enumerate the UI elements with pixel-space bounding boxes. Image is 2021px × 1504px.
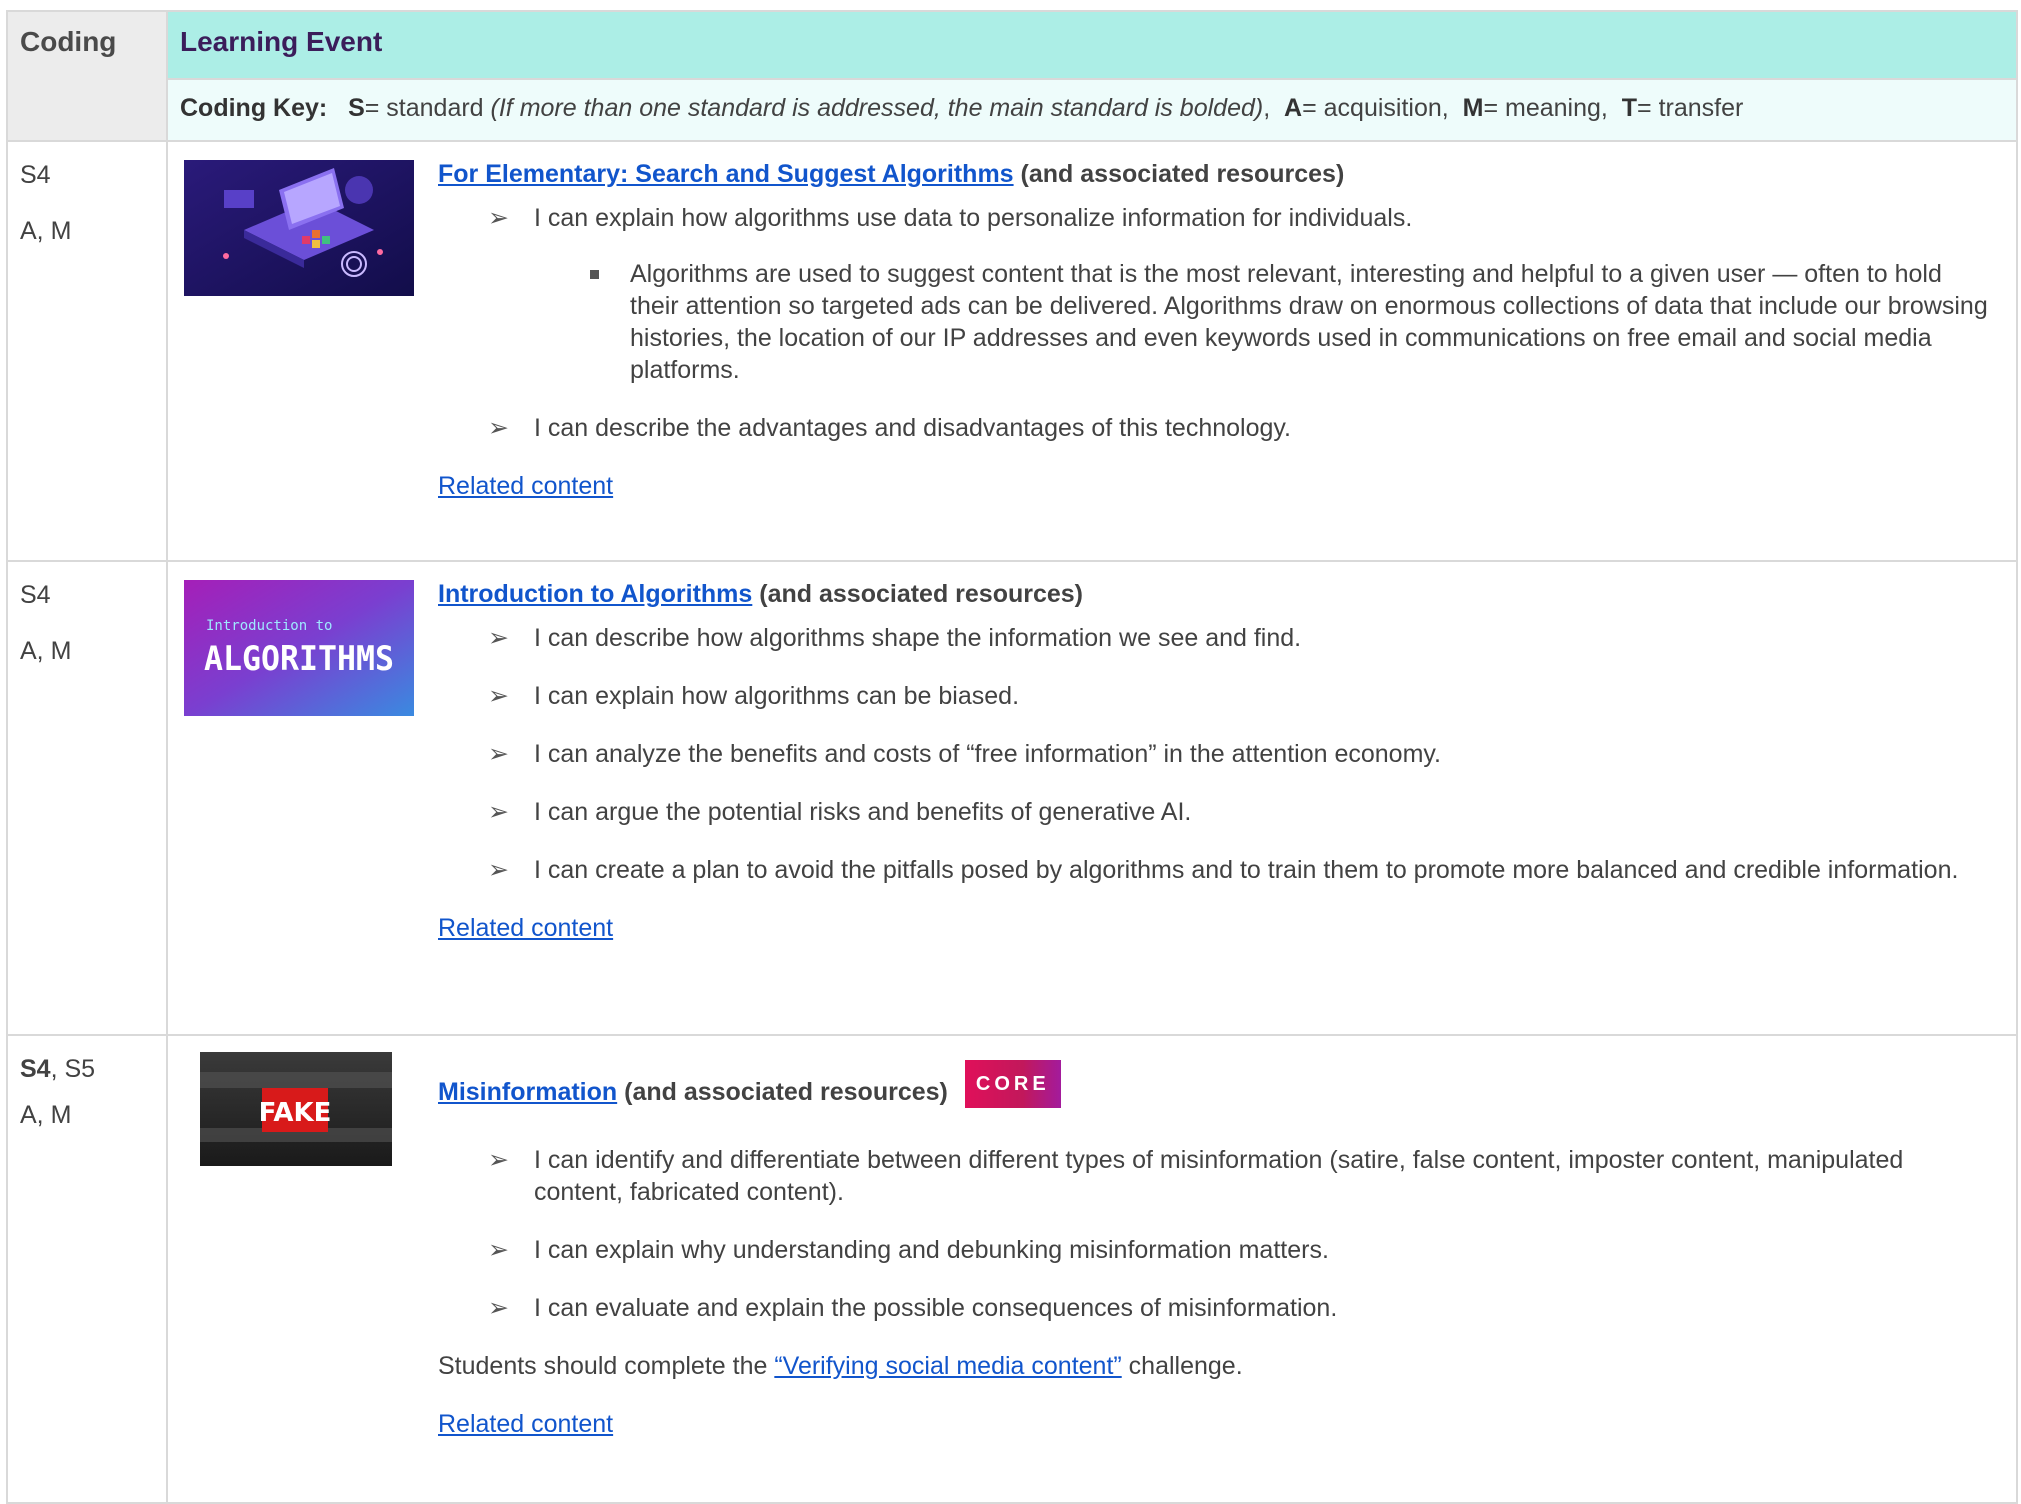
- main-standard-code: S4: [20, 1055, 51, 1083]
- coding-key-label: Coding Key:: [180, 94, 328, 122]
- table-row: S4 A, M For Elementary: Search and Sugge…: [6, 140, 2018, 562]
- key-t-text: = transfer: [1637, 94, 1744, 122]
- table-row: S4, S5 A, M FAKE Misinformation (and ass…: [6, 1034, 2018, 1504]
- core-badge: CORE: [964, 1060, 1061, 1108]
- learning-target-text: I can explain why understanding and debu…: [534, 1236, 1329, 1264]
- table-row: S4 A, M Introduction to ALGORITHMS Intro…: [6, 560, 2018, 1036]
- sub-bullet-text: Algorithms are used to suggest content t…: [630, 260, 1988, 384]
- standards-code: , S5: [50, 1055, 96, 1083]
- levels-code: A, M: [20, 637, 72, 665]
- coding-cell: S4 A, M: [6, 560, 168, 1036]
- list-item: ➢ I can analyze the benefits and costs of…: [488, 738, 1996, 770]
- key-t: T: [1621, 94, 1638, 122]
- list-item: ➢ I can explain why understanding and deb…: [488, 1234, 1996, 1266]
- event-content: Introduction to Algorithms (and associat…: [438, 578, 1996, 944]
- event-title-link[interactable]: Misinformation: [438, 1078, 617, 1106]
- list-item: ➢ I can create a plan to avoid the pitfal…: [488, 854, 1996, 886]
- levels-code: A, M: [20, 217, 72, 245]
- related-content-link[interactable]: Related content: [438, 914, 613, 942]
- learning-targets-list: ➢ I can identify and differentiate betwee…: [438, 1144, 1996, 1324]
- standards-code: S4: [20, 161, 51, 189]
- event-title: Misinformation (and associated resources…: [438, 1060, 1996, 1122]
- algorithms-laptop-thumbnail[interactable]: [184, 160, 414, 301]
- learning-target-text: I can create a plan to avoid the pitfall…: [534, 856, 1959, 884]
- thumbnail-big-text: ALGORITHMS: [204, 639, 394, 679]
- list-item: ➢ I can describe the advantages and disa…: [488, 412, 1996, 444]
- event-title-link[interactable]: Introduction to Algorithms: [438, 580, 752, 608]
- event-title: Introduction to Algorithms (and associat…: [438, 578, 1996, 610]
- learning-target-text: I can explain how algorithms use data to…: [534, 204, 1413, 232]
- title-suffix: (and associated resources): [1020, 160, 1345, 188]
- sub-list: Algorithms are used to suggest content t…: [534, 258, 1996, 386]
- list-item: ➢ I can explain how algorithms use data …: [488, 202, 1996, 386]
- learning-events-table: Coding Learning Event Coding Key: S= sta…: [6, 10, 2018, 1504]
- arrow-bullet-icon: ➢: [488, 1236, 509, 1264]
- key-a-text: = acquisition,: [1302, 94, 1449, 122]
- event-cell: FAKE Misinformation (and associated reso…: [166, 1034, 2018, 1504]
- arrow-bullet-icon: ➢: [488, 1146, 509, 1174]
- thumbnail-text: FAKE: [259, 1098, 332, 1128]
- introduction-to-algorithms-thumbnail[interactable]: Introduction to ALGORITHMS: [184, 580, 414, 721]
- verifying-social-media-link[interactable]: “Verifying social media content”: [774, 1352, 1121, 1380]
- page: Coding Learning Event Coding Key: S= sta…: [0, 0, 2021, 1504]
- learning-target-text: I can analyze the benefits and costs of …: [534, 740, 1441, 768]
- arrow-bullet-icon: ➢: [488, 740, 509, 768]
- arrow-bullet-icon: ➢: [488, 798, 509, 826]
- key-s: S: [348, 94, 365, 122]
- learning-target-text: I can describe the advantages and disadv…: [534, 414, 1291, 442]
- title-suffix: (and associated resources): [759, 580, 1084, 608]
- learning-target-text: I can explain how algorithms can be bias…: [534, 682, 1020, 710]
- sub-list-item: Algorithms are used to suggest content t…: [584, 258, 1996, 386]
- arrow-bullet-icon: ➢: [488, 1294, 509, 1322]
- key-s-note: (If more than one standard is addressed,…: [490, 94, 1264, 122]
- learning-targets-list: ➢ I can describe how algorithms shape the…: [438, 622, 1996, 886]
- event-content: For Elementary: Search and Suggest Algor…: [438, 158, 1996, 502]
- list-item: ➢ I can argue the potential risks and ben…: [488, 796, 1996, 828]
- note-text: challenge.: [1121, 1352, 1243, 1380]
- coding-column-header: Coding: [6, 10, 168, 142]
- key-s-text: = standard: [364, 94, 491, 122]
- list-item: ➢ I can identify and differentiate betwee…: [488, 1144, 1996, 1208]
- key-a: A: [1284, 94, 1303, 122]
- coding-key: Coding Key: S= standard (If more than on…: [166, 78, 2018, 142]
- levels-code: A, M: [20, 1101, 72, 1129]
- thumbnail-small-text: Introduction to: [206, 618, 332, 634]
- arrow-bullet-icon: ➢: [488, 682, 509, 710]
- arrow-bullet-icon: ➢: [488, 624, 509, 652]
- learning-targets-list: ➢ I can explain how algorithms use data …: [438, 202, 1996, 444]
- event-cell: Introduction to ALGORITHMS Introduction …: [166, 560, 2018, 1036]
- key-m-text: = meaning,: [1483, 94, 1608, 122]
- learning-event-column-header: Learning Event: [166, 10, 2018, 80]
- event-cell: For Elementary: Search and Suggest Algor…: [166, 140, 2018, 562]
- key-m: M: [1462, 94, 1484, 122]
- learning-target-text: I can argue the potential risks and bene…: [534, 798, 1192, 826]
- event-title: For Elementary: Search and Suggest Algor…: [438, 158, 1996, 190]
- arrow-bullet-icon: ➢: [488, 856, 509, 884]
- fake-news-thumbnail[interactable]: FAKE: [200, 1052, 392, 1171]
- event-content: Misinformation (and associated resources…: [438, 1052, 1996, 1440]
- standards-code: S4: [20, 581, 51, 609]
- title-suffix: (and associated resources): [624, 1078, 948, 1106]
- list-item: ➢ I can describe how algorithms shape the…: [488, 622, 1996, 654]
- challenge-note: Students should complete the “Verifying …: [438, 1350, 1996, 1382]
- list-item: ➢ I can explain how algorithms can be bia…: [488, 680, 1996, 712]
- arrow-bullet-icon: ➢: [488, 414, 509, 442]
- event-title-link[interactable]: For Elementary: Search and Suggest Algor…: [438, 160, 1014, 188]
- note-text: Students should complete the: [438, 1352, 775, 1380]
- learning-target-text: I can identify and differentiate between…: [534, 1146, 1904, 1206]
- arrow-bullet-icon: ➢: [488, 204, 509, 232]
- learning-target-text: I can evaluate and explain the possible …: [534, 1294, 1338, 1322]
- related-content-link[interactable]: Related content: [438, 472, 613, 500]
- list-item: ➢ I can evaluate and explain the possible…: [488, 1292, 1996, 1324]
- related-content-link[interactable]: Related content: [438, 1410, 613, 1438]
- square-bullet-icon: [590, 270, 599, 279]
- coding-cell: S4, S5 A, M: [6, 1034, 168, 1504]
- coding-cell: S4 A, M: [6, 140, 168, 562]
- learning-target-text: I can describe how algorithms shape the …: [534, 624, 1302, 652]
